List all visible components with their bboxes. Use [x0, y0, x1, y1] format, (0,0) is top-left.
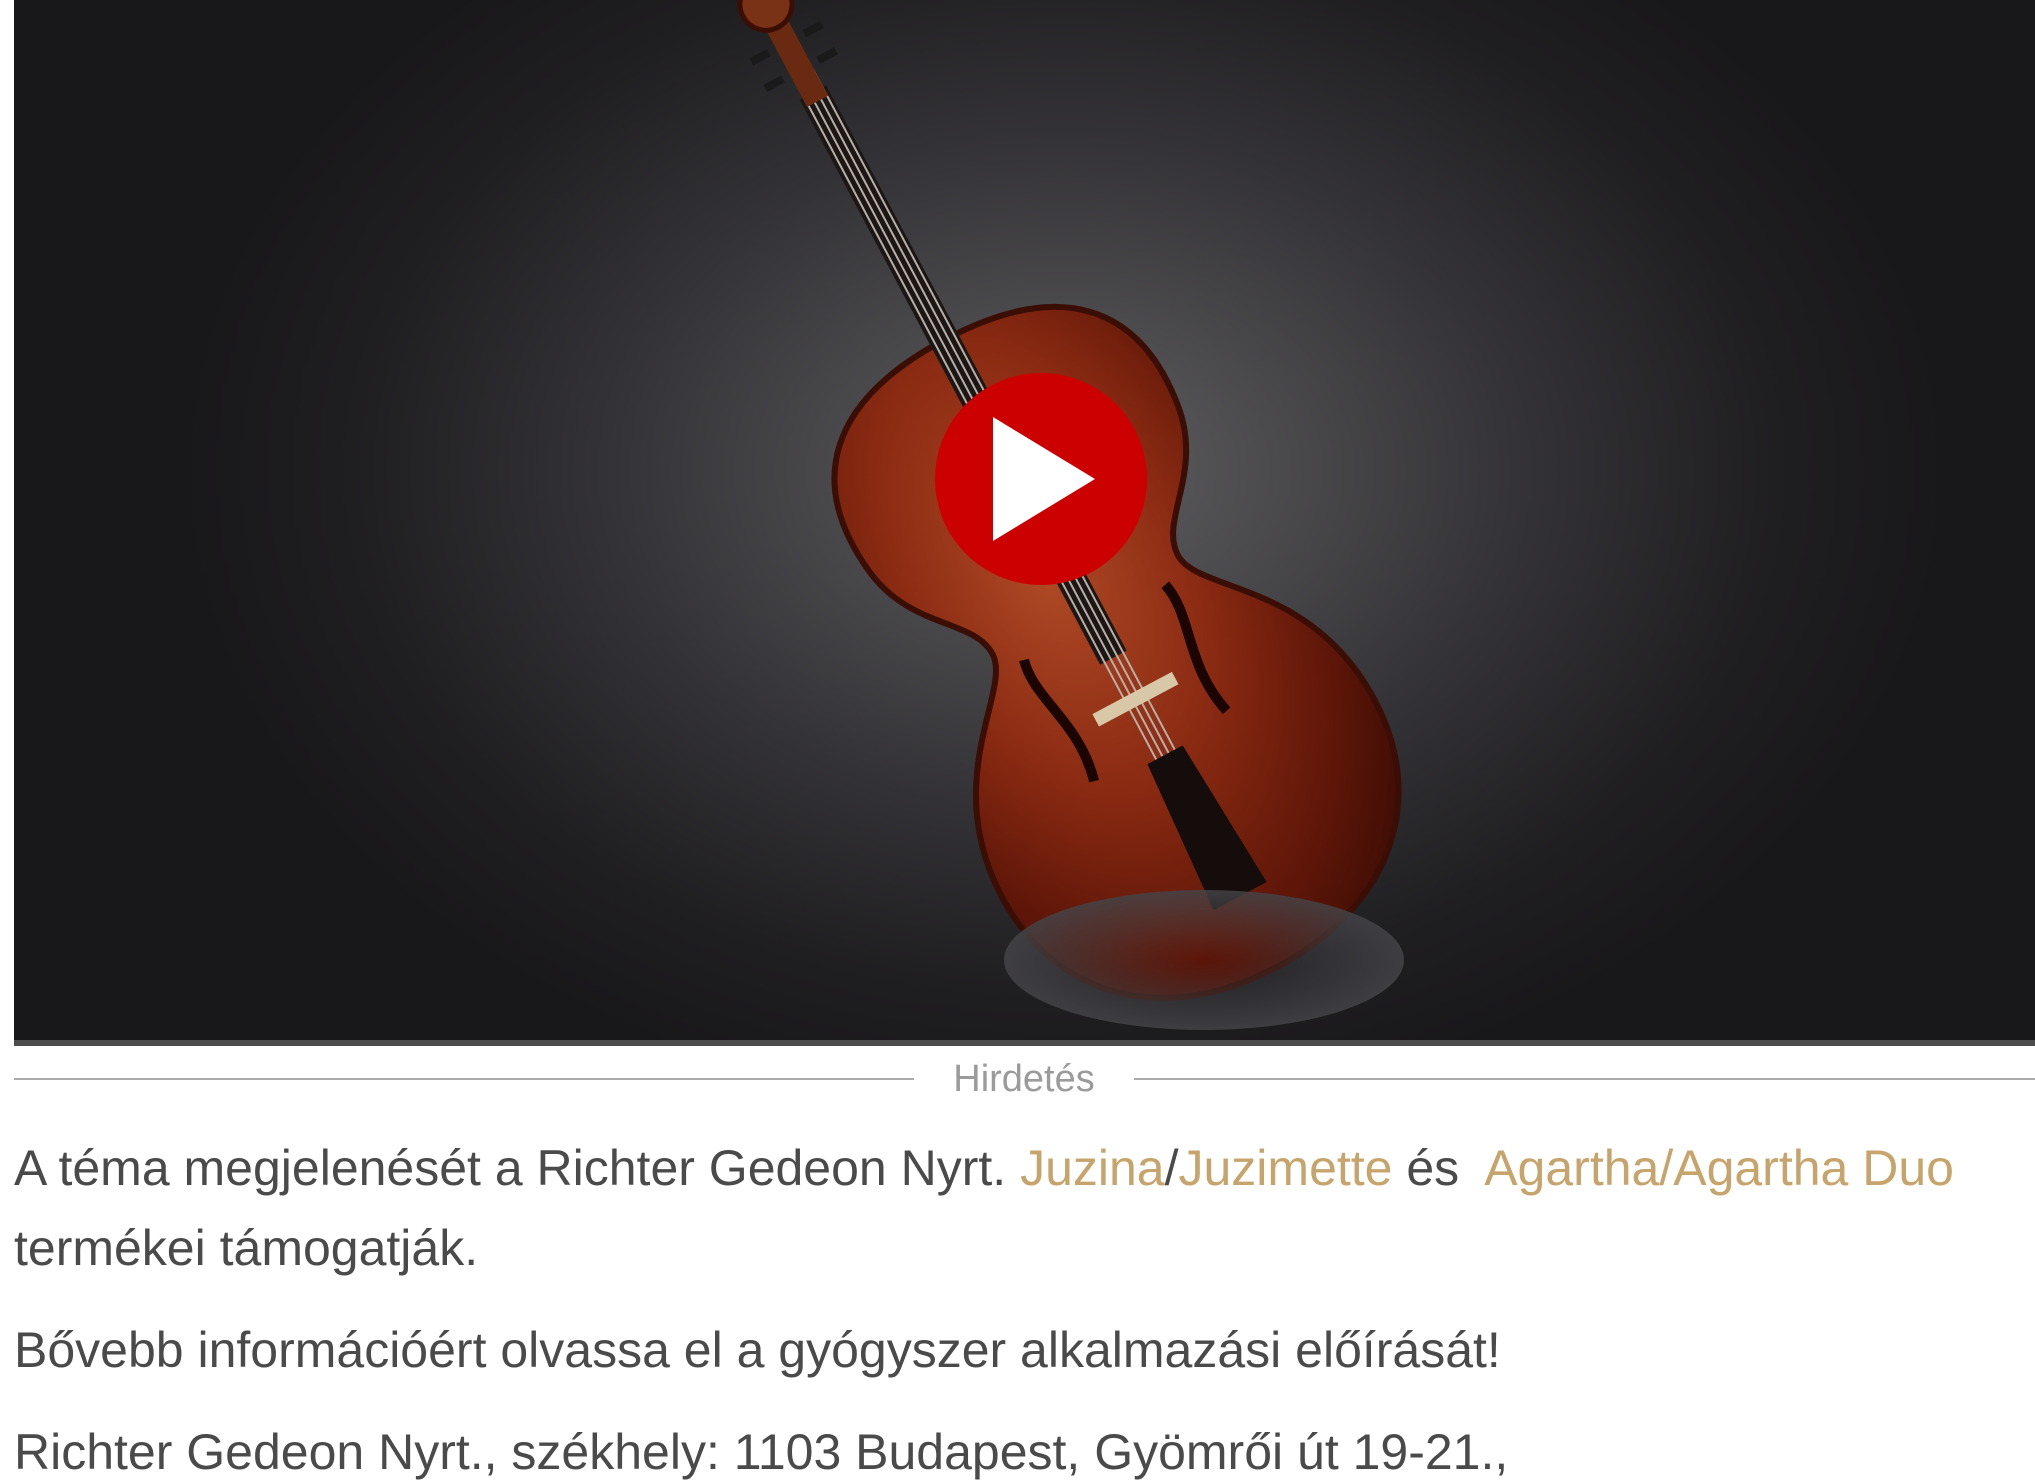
video-bottom-edge: [14, 1040, 2035, 1046]
play-icon: [993, 417, 1095, 541]
divider-line-left: [14, 1078, 914, 1080]
slash-separator: /: [1164, 1140, 1179, 1196]
sponsor-text-before: A téma megjelenését a Richter Gedeon Nyr…: [14, 1140, 1021, 1196]
company-paragraph: Richter Gedeon Nyrt., székhely: 1103 Bud…: [14, 1424, 1509, 1480]
divider-line-right: [1134, 1078, 2035, 1080]
sponsor-text-after: termékei támogatják.: [14, 1220, 479, 1276]
juzina-link[interactable]: Juzina: [1020, 1140, 1165, 1196]
play-button[interactable]: [935, 373, 1147, 585]
sponsor-text-block: A téma megjelenését a Richter Gedeon Nyr…: [14, 1128, 2004, 1483]
video-player[interactable]: [14, 0, 2035, 1046]
ad-label: Hirdetés: [953, 1058, 1095, 1100]
juzimette-link[interactable]: Juzimette: [1179, 1140, 1393, 1196]
agartha-link[interactable]: Agartha/Agartha Duo: [1484, 1140, 1954, 1196]
sponsor-paragraph: A téma megjelenését a Richter Gedeon Nyr…: [14, 1128, 2004, 1288]
page: Hirdetés A téma megjelenését a Richter G…: [0, 0, 2035, 1483]
info-paragraph: Bővebb információért olvassa el a gyógys…: [14, 1322, 1501, 1378]
sponsor-text-and: és: [1392, 1140, 1485, 1196]
ad-divider: Hirdetés: [14, 1058, 2035, 1100]
